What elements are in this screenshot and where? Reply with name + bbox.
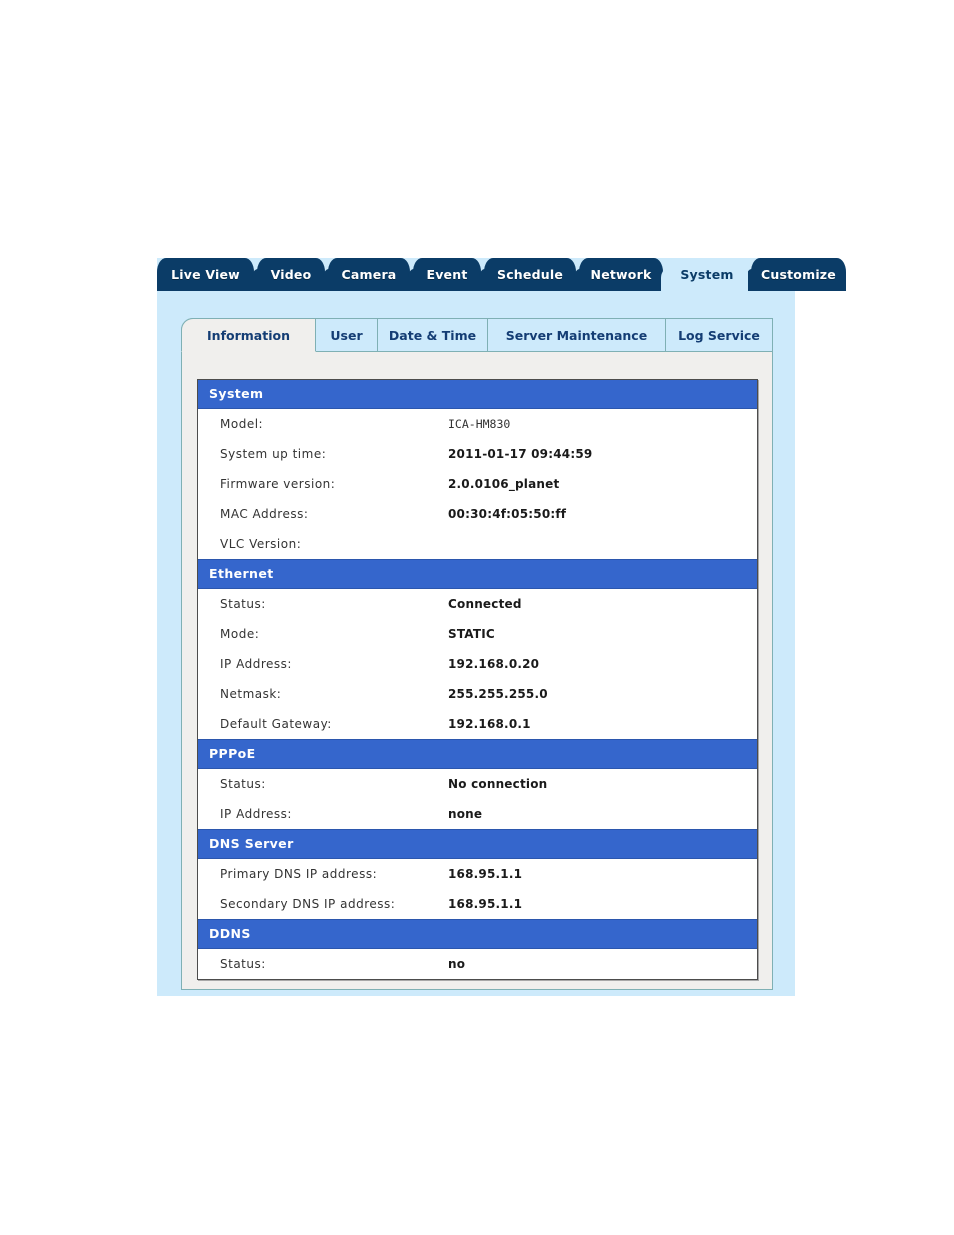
info-row: MAC Address: 00:30:4f:05:50:ff	[198, 499, 757, 529]
info-row-value: 255.255.255.0	[448, 687, 548, 701]
sub-tab-date-time[interactable]: Date & Time	[378, 318, 488, 352]
section-header: PPPoE	[198, 739, 757, 769]
main-tab-video[interactable]: Video	[252, 258, 325, 291]
section-body: Primary DNS IP address: 168.95.1.1 Seconda…	[198, 859, 757, 919]
info-row-label: Status:	[220, 777, 266, 791]
main-tab-bar: Live View Video Camera Event Schedule Network…	[157, 258, 846, 291]
info-row-label: Secondary DNS IP address:	[220, 897, 396, 911]
info-row: Status: no	[198, 949, 757, 979]
sub-tab-bar: Information User Date & Time Server Mainten…	[181, 318, 773, 352]
info-row-value: none	[448, 807, 483, 821]
info-row-label: Status:	[220, 957, 266, 971]
info-row: Status: No connection	[198, 769, 757, 799]
info-row-label: Mode:	[220, 627, 260, 641]
main-tab-label: Camera	[341, 267, 397, 282]
sub-tab-log-service[interactable]: Log Service	[666, 318, 773, 352]
info-row: Status: Connected	[198, 589, 757, 619]
info-row-value: STATIC	[448, 627, 495, 641]
main-tab-label: Video	[270, 267, 312, 282]
main-tab-schedule[interactable]: Schedule	[479, 258, 576, 291]
section-body: Status: no	[198, 949, 757, 979]
info-row: IP Address: none	[198, 799, 757, 829]
section-header: DDNS	[198, 919, 757, 949]
section-header: Ethernet	[198, 559, 757, 589]
main-tab-system[interactable]: System	[661, 258, 748, 291]
info-row-value: 192.168.0.1	[448, 717, 531, 731]
info-row-value: 192.168.0.20	[448, 657, 540, 671]
info-row: System up time: 2011-01-17 09:44:59	[198, 439, 757, 469]
sub-tab-label: User	[330, 327, 363, 343]
sub-tab-label: Server Maintenance	[505, 327, 648, 343]
info-row: Model: ICA-HM830	[198, 409, 757, 439]
info-row-label: Model:	[220, 417, 264, 431]
info-row-value: no	[448, 957, 466, 971]
sub-tab-label: Date & Time	[388, 327, 477, 343]
info-row-label: System up time:	[220, 447, 327, 461]
main-tab-label: System	[680, 267, 734, 282]
main-tab-label: Customize	[761, 267, 836, 282]
sub-tab-label: Log Service	[678, 327, 760, 343]
info-row: Mode: STATIC	[198, 619, 757, 649]
info-row-label: Status:	[220, 597, 266, 611]
info-row-label: Primary DNS IP address:	[220, 867, 378, 881]
main-tab-label: Event	[426, 267, 468, 282]
info-row-value: No connection	[448, 777, 548, 791]
info-row-value: ICA-HM830	[448, 417, 511, 431]
info-row-value: Connected	[448, 597, 522, 611]
info-row: VLC Version:	[198, 529, 757, 559]
info-row: Netmask: 255.255.255.0	[198, 679, 757, 709]
info-row: Default Gateway: 192.168.0.1	[198, 709, 757, 739]
info-row-label: IP Address:	[220, 657, 292, 671]
info-row-value: 2.0.0106_planet	[448, 477, 560, 491]
section-header: System	[198, 380, 757, 409]
info-row: Primary DNS IP address: 168.95.1.1	[198, 859, 757, 889]
info-row-value: 2011-01-17 09:44:59	[448, 447, 593, 461]
info-row-value: 168.95.1.1	[448, 867, 523, 881]
sub-tab-information[interactable]: Information	[181, 318, 316, 352]
main-tab-label: Schedule	[497, 267, 563, 282]
section-body: Status: Connected Mode: STATIC IP Address: 19…	[198, 589, 757, 739]
info-row-label: MAC Address:	[220, 507, 309, 521]
info-row: IP Address: 192.168.0.20	[198, 649, 757, 679]
sub-tab-label: Information	[207, 327, 290, 343]
main-tab-live-view[interactable]: Live View	[157, 258, 254, 291]
section-header: DNS Server	[198, 829, 757, 859]
info-row-value: 168.95.1.1	[448, 897, 523, 911]
info-row-label: IP Address:	[220, 807, 292, 821]
info-row-label: VLC Version:	[220, 537, 302, 551]
section-body: Status: No connection IP Address: none	[198, 769, 757, 829]
main-tab-camera[interactable]: Camera	[323, 258, 410, 291]
main-tab-network[interactable]: Network	[574, 258, 663, 291]
system-information-table: System Model: ICA-HM830 System up time: 2011…	[197, 379, 758, 980]
info-row: Firmware version: 2.0.0106_planet	[198, 469, 757, 499]
main-tab-customize[interactable]: Customize	[746, 258, 846, 291]
sub-tab-server-maintenance[interactable]: Server Maintenance	[488, 318, 666, 352]
main-tab-label: Live View	[171, 267, 240, 282]
main-tab-label: Network	[590, 267, 652, 282]
info-row: Secondary DNS IP address: 168.95.1.1	[198, 889, 757, 919]
info-row-value: 00:30:4f:05:50:ff	[448, 507, 567, 521]
section-body: Model: ICA-HM830 System up time: 2011-01-17…	[198, 409, 757, 559]
sub-tab-user[interactable]: User	[316, 318, 378, 352]
info-row-label: Default Gateway:	[220, 717, 332, 731]
info-row-label: Firmware version:	[220, 477, 336, 491]
info-row-label: Netmask:	[220, 687, 282, 701]
main-tab-event[interactable]: Event	[408, 258, 481, 291]
